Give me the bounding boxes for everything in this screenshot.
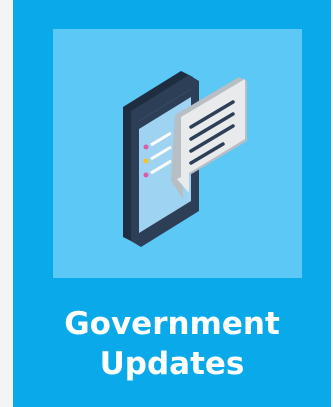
government-updates-tile[interactable]: Government Updates: [13, 0, 331, 407]
illustration-panel: [53, 29, 302, 278]
phone-with-message-bubble-icon: [123, 71, 247, 247]
tile-title: Government Updates: [13, 304, 331, 384]
tile-title-line-1: Government: [64, 306, 280, 342]
tile-title-line-2: Updates: [99, 346, 245, 382]
